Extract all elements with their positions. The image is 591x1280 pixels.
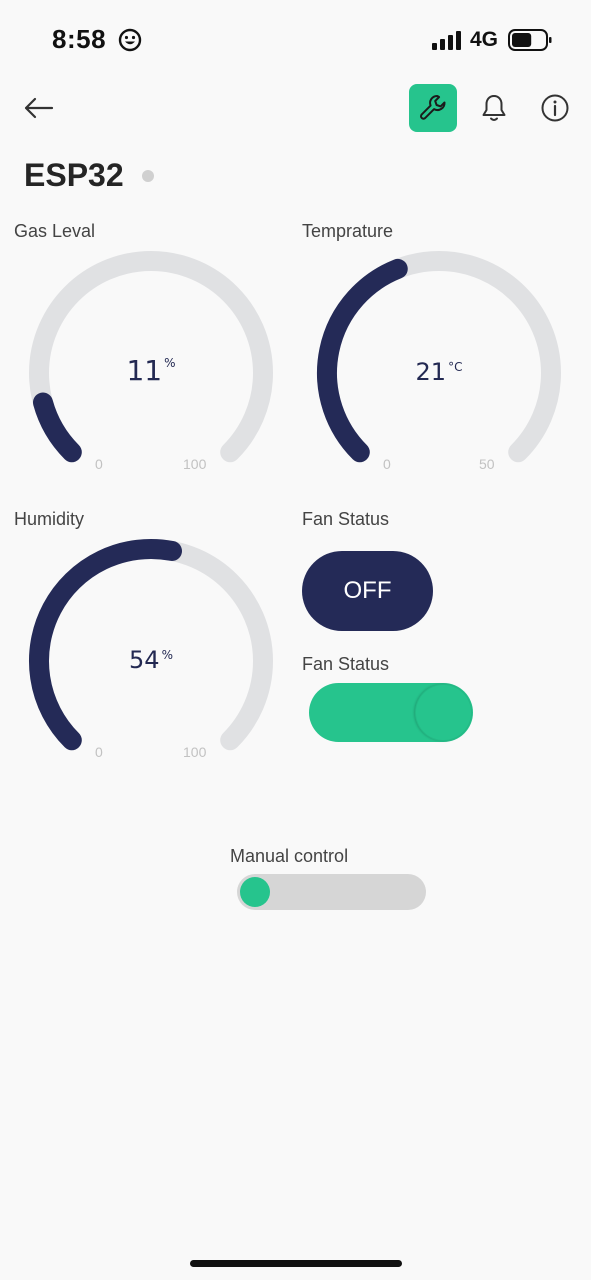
status-time: 8:58 [52,24,107,54]
gauge-unit: % [164,356,176,370]
network-type: 4G [470,28,499,51]
fan-status-toggle[interactable] [309,683,473,742]
temperature-gauge: 21 °C 0 50 [304,240,574,480]
humidity-gauge: 54% 0 100 [16,528,286,768]
gauge-unit: °C [448,360,463,374]
gauge-max-label: 100 [183,744,207,760]
toggle-knob[interactable] [415,684,472,741]
status-bar: 8:58 4G [0,0,591,80]
fan-switch-label: Fan Status [302,654,390,674]
gauge-max-label: 100 [183,456,207,472]
gauge-min-label: 0 [383,456,391,472]
gauge-min-label: 0 [95,744,103,760]
bell-icon [482,95,506,121]
signal-icon [432,31,461,50]
info-icon [541,94,569,122]
manual-control-label: Manual control [230,846,349,866]
arrow-left-icon [24,97,54,119]
manual-control-toggle[interactable] [237,874,426,910]
gauge-value-text: 11% [16,354,286,387]
toggle-thumb[interactable] [240,877,270,907]
gauge-value: 11 [126,354,163,387]
device-title: ESP32 [24,157,124,193]
battery-icon [508,29,552,51]
gauge-value: 21 [415,358,447,386]
gas-level-gauge: 11% 0 100 [16,240,286,480]
settings-wrench-button[interactable] [409,84,457,132]
info-button[interactable] [535,88,575,128]
device-status-dot [142,170,154,182]
gauge-value: 54 [129,646,160,674]
gauge-value-text: 54% [16,646,286,674]
gas-level-label: Gas Leval [14,221,96,241]
gauge-fill [32,392,82,463]
smiley-icon [118,28,142,52]
humidity-label: Humidity [14,509,85,529]
gauge-fill [28,539,182,751]
fan-off-button[interactable]: OFF [302,551,433,631]
fan-status-label: Fan Status [302,509,390,529]
gauge-min-label: 0 [95,456,103,472]
wrench-icon [420,95,446,120]
gauge-unit: % [161,648,173,662]
gauge-value-text: 21 °C [304,358,574,386]
home-indicator [190,1260,402,1267]
notifications-button[interactable] [474,88,514,128]
temperature-label: Temprature [302,221,394,241]
back-button[interactable] [18,88,58,128]
gauge-max-label: 50 [479,456,495,472]
